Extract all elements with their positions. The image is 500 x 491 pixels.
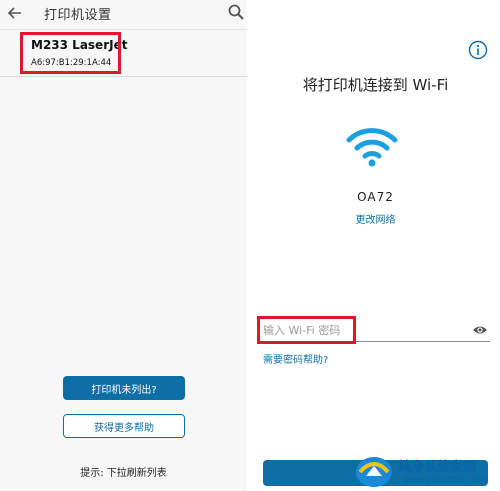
password-help-link[interactable]: 需要密码帮助? bbox=[263, 351, 328, 366]
wifi-icon bbox=[346, 128, 398, 167]
back-arrow-icon[interactable] bbox=[6, 4, 24, 22]
search-icon[interactable] bbox=[227, 3, 245, 21]
watermark-name: 纯净系统家园 bbox=[398, 460, 477, 475]
printer-not-listed-button[interactable]: 打印机未列出? bbox=[63, 376, 185, 400]
connect-wifi-heading: 将打印机连接到 Wi-Fi bbox=[302, 76, 449, 94]
connect-wifi-screen: 将打印机连接到 Wi-Fi OA72 更改网络 需要密码帮助? bbox=[251, 0, 500, 491]
watermark-logo bbox=[356, 457, 392, 487]
top-bar: 打印机设置 bbox=[0, 0, 247, 30]
refresh-hint: 提示: 下拉刷新列表 bbox=[80, 468, 167, 479]
eye-icon[interactable] bbox=[472, 323, 488, 337]
highlight-box-password bbox=[257, 316, 356, 344]
page-title: 打印机设置 bbox=[44, 8, 112, 23]
change-network-link[interactable]: 更改网络 bbox=[251, 211, 500, 226]
watermark-url: www.yidaimei.com bbox=[402, 475, 487, 485]
highlight-box-printer bbox=[20, 32, 121, 74]
printer-settings-screen: 打印机设置 M233 LaserJet A6:97:B1:29:1A:44 打印… bbox=[0, 0, 247, 491]
info-icon[interactable] bbox=[468, 40, 488, 60]
get-more-help-button[interactable]: 获得更多帮助 bbox=[63, 414, 185, 438]
network-ssid: OA72 bbox=[357, 190, 394, 204]
